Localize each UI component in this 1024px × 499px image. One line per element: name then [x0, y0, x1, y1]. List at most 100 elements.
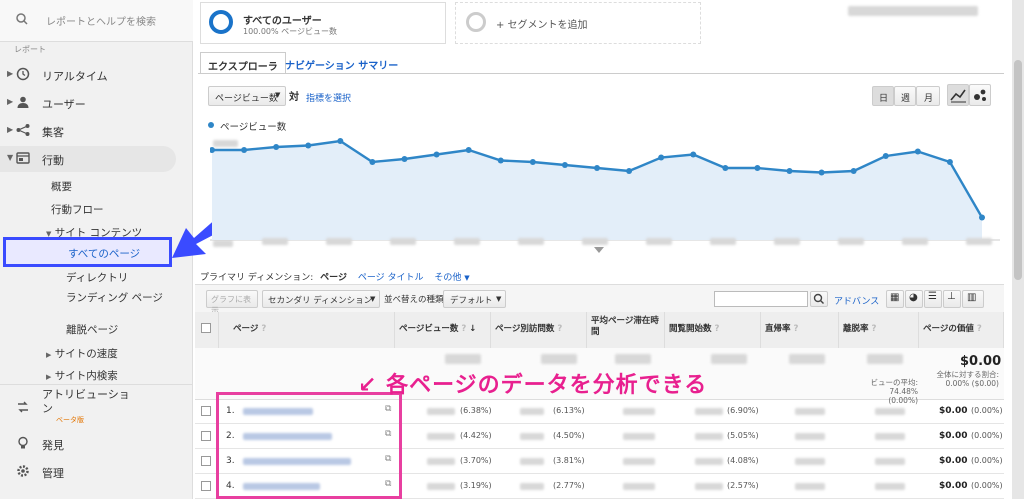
header-label: 直帰率	[765, 324, 791, 334]
chart-point[interactable]	[497, 157, 504, 164]
chart-point[interactable]	[626, 168, 633, 174]
unique-pageviews-percent: (6.13%)	[553, 406, 585, 415]
dimension-other-link[interactable]: その他	[434, 273, 461, 283]
checkbox[interactable]	[201, 481, 211, 491]
view-pivot-button[interactable]: ▥	[962, 290, 984, 308]
table-search-button[interactable]	[810, 291, 828, 307]
redacted-value	[520, 408, 544, 415]
chart-point[interactable]	[529, 159, 536, 165]
chart-point[interactable]	[979, 214, 985, 221]
chart-point[interactable]	[850, 168, 857, 174]
chart-point[interactable]	[946, 159, 953, 165]
nav-behavior-flow[interactable]: 行動フロー	[51, 202, 104, 217]
add-segment-label: + セグメントを追加	[496, 20, 588, 31]
header-pageviews[interactable]: ページビュー数 ? ↓	[395, 312, 491, 348]
primary-dimension-row: プライマリ ディメンション: ページ ページ タイトル その他 ▼	[200, 270, 470, 283]
chevron-down-icon: ▼	[464, 274, 470, 282]
period-day-button[interactable]: 日	[872, 86, 894, 106]
nav-exit-pages[interactable]: 離脱ページ	[66, 322, 118, 337]
chart-point[interactable]	[337, 138, 344, 144]
chart-point[interactable]	[401, 156, 408, 162]
chart-point[interactable]	[369, 159, 376, 165]
header-exit-rate[interactable]: 離脱率 ?	[839, 312, 919, 348]
nav-behavior[interactable]: ▼ 行動	[0, 146, 176, 172]
tab-navigation-summary[interactable]: ナビゲーション サマリー	[278, 52, 405, 74]
chart-point[interactable]	[658, 154, 665, 161]
caret-right-icon: ▶	[46, 351, 52, 359]
nav-site-speed[interactable]: ▶ サイトの速度	[46, 346, 118, 361]
nav-landing-pages[interactable]: ランディング ページ	[66, 290, 163, 305]
view-pie-button[interactable]: ◕	[905, 290, 923, 308]
tab-explorer[interactable]: エクスプローラ	[200, 52, 286, 74]
add-segment-button[interactable]: + セグメントを追加	[455, 2, 701, 44]
nav-realtime[interactable]: ▶ リアルタイム	[0, 62, 193, 88]
checkbox[interactable]	[201, 406, 211, 416]
sort-type-select[interactable]: デフォルト ▼	[443, 290, 506, 308]
select-metric-link[interactable]: 指標を選択	[306, 91, 351, 104]
chart-point[interactable]	[882, 153, 889, 159]
chart-point[interactable]	[690, 151, 697, 158]
reports-section-label: レポート	[14, 45, 46, 54]
checkbox[interactable]	[201, 323, 211, 333]
header-page-value[interactable]: ページの価値 ?	[919, 312, 1004, 348]
chart-point[interactable]	[465, 147, 472, 153]
checkbox[interactable]	[201, 431, 211, 441]
segment-all-users[interactable]: すべてのユーザー 100.00% ページビュー数	[200, 2, 446, 44]
header-select-all[interactable]	[195, 312, 219, 348]
help-icon: ?	[976, 324, 982, 334]
view-comparison-button[interactable]: ⊥	[943, 290, 961, 308]
nav-site-search[interactable]: ▶ サイト内検索	[46, 368, 118, 383]
redacted-value	[795, 408, 825, 415]
annotation-text: ↙ 各ページのデータを分析できる	[358, 373, 708, 398]
chart-point[interactable]	[722, 165, 729, 171]
nav-directory[interactable]: ディレクトリ	[66, 270, 128, 285]
page-value: $0.00	[939, 406, 968, 416]
scrollbar-thumb[interactable]	[1014, 60, 1022, 280]
nav-attribution[interactable]: アトリビューション ベータ版	[0, 388, 193, 428]
header-unique-pageviews[interactable]: ページ別訪問数 ?	[491, 312, 587, 348]
report-search[interactable]: レポートとヘルプを検索	[0, 0, 193, 42]
chart-point[interactable]	[818, 169, 825, 176]
highlight-box	[216, 392, 402, 499]
chart-point[interactable]	[594, 165, 600, 171]
motion-chart-button[interactable]	[969, 84, 991, 106]
checkbox[interactable]	[201, 456, 211, 466]
primary-dimension-label: プライマリ ディメンション:	[200, 273, 314, 283]
redacted-value	[711, 354, 747, 364]
nav-admin[interactable]: 管理	[0, 459, 193, 485]
table-search-input[interactable]	[714, 291, 808, 307]
header-entrances[interactable]: 閲覧開始数 ?	[665, 312, 761, 348]
header-avg-time[interactable]: 平均ページ滞在時間	[587, 312, 665, 348]
chart-point[interactable]	[433, 151, 440, 158]
nav-users[interactable]: ▶ ユーザー	[0, 90, 193, 116]
period-month-button[interactable]: 月	[916, 86, 940, 106]
chart-point[interactable]	[914, 148, 921, 155]
chart-point[interactable]	[241, 147, 248, 153]
advanced-filter-link[interactable]: アドバンス	[834, 294, 879, 307]
line-chart-button[interactable]	[947, 84, 969, 106]
header-page[interactable]: ページ ?	[219, 312, 395, 348]
secondary-dimension-select[interactable]: セカンダリ ディメンション ▼	[262, 290, 380, 308]
scrollbar[interactable]	[1012, 0, 1024, 499]
chart-point[interactable]	[561, 162, 568, 168]
nav-acquisition[interactable]: ▶ 集客	[0, 118, 193, 144]
metric-select[interactable]: ページビュー数 ▼	[208, 86, 286, 106]
redacted-value	[427, 483, 455, 490]
header-bounce-rate[interactable]: 直帰率 ?	[761, 312, 839, 348]
dimension-page-title-link[interactable]: ページ タイトル	[358, 273, 424, 283]
nav-discover[interactable]: 発見	[0, 431, 193, 457]
chart-point[interactable]	[305, 142, 312, 149]
view-table-button[interactable]: ▦	[886, 290, 904, 308]
chart-point[interactable]	[786, 168, 793, 174]
view-performance-button[interactable]: ☰	[924, 290, 942, 308]
redacted-value	[875, 458, 905, 465]
period-week-button[interactable]: 週	[894, 86, 916, 106]
pageviews-percent: (6.38%)	[460, 406, 492, 415]
redacted-date-range	[848, 6, 978, 16]
plot-rows-button[interactable]: グラフに表示	[206, 290, 258, 315]
chart-point[interactable]	[273, 144, 280, 150]
chart-point[interactable]	[754, 165, 761, 171]
nav-all-pages[interactable]: すべてのページ	[3, 237, 172, 267]
nav-behavior-overview[interactable]: 概要	[51, 179, 72, 194]
help-icon: ?	[261, 324, 267, 334]
